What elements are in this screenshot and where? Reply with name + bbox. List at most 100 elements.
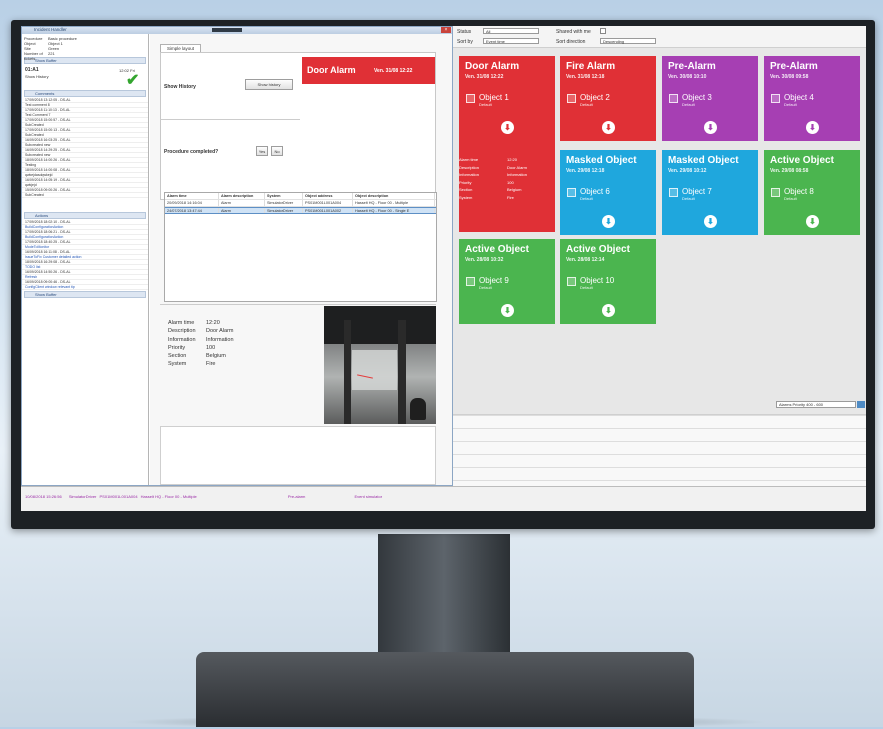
tile-subtitle: Default: [580, 196, 593, 201]
arrow-down-icon[interactable]: ⬇: [806, 215, 819, 228]
tile-title: Door Alarm: [465, 61, 520, 72]
arrow-down-icon[interactable]: ⬇: [704, 121, 717, 134]
alarm-tile[interactable]: Pre-Alarm Ven. 30/08 10:10 Object 3 Default…: [662, 56, 758, 141]
tile-expanded-details: Alarm time 12:20 Description Door Alarm Info…: [459, 156, 549, 202]
tile-title: Active Object: [770, 155, 834, 166]
step-code: 01:A1: [25, 67, 39, 73]
tile-object: Object 2: [580, 93, 610, 102]
tile-subtitle: Default: [682, 102, 695, 107]
arrow-down-icon[interactable]: ⬇: [501, 304, 514, 317]
tile-subtitle: Default: [784, 102, 797, 107]
status-label: Status: [457, 29, 472, 35]
arrow-down-icon[interactable]: ⬇: [602, 121, 615, 134]
alarm-tile[interactable]: Door Alarm Ven. 31/08 12:22 Object 1 Defaul…: [459, 56, 555, 232]
arrow-down-icon[interactable]: ⬇: [501, 121, 514, 134]
alarm-header-banner: Door Alarm Ven. 31/08 12:22: [302, 57, 435, 84]
expanded-key: Alarm time: [459, 157, 479, 162]
alarm-details: Alarm time 12:20 Description Door Alarm Info…: [168, 319, 234, 369]
close-icon[interactable]: ×: [441, 27, 451, 33]
tile-date: Ven. 29/08 10:12: [668, 168, 707, 174]
alarm-tile[interactable]: Fire Alarm Ven. 31/08 12:18 Object 2 Defaul…: [560, 56, 656, 141]
alarm-history-table: Alarm time Alarm description System Object …: [164, 192, 437, 302]
shared-with-me-checkbox[interactable]: [600, 28, 606, 34]
show-buffer-button-bottom[interactable]: Show Buffer: [24, 291, 146, 298]
event-system: SimulatorDriver: [68, 494, 97, 499]
tile-object: Object 10: [580, 276, 615, 285]
table-header-row: Alarm time Alarm description System Object …: [165, 193, 436, 200]
info-key: Number of tickets: [24, 51, 43, 61]
window-drag-handle[interactable]: [212, 28, 242, 32]
arrow-down-icon[interactable]: ⬇: [704, 215, 717, 228]
status-select[interactable]: All: [483, 28, 539, 34]
detail-key: Description: [168, 328, 196, 335]
table-cell: 24/07/2018 13:47:44: [165, 208, 219, 213]
show-buffer-button[interactable]: Show Buffer: [24, 57, 146, 64]
table-cell: Hasselt HQ - Floor 00 - Single E: [353, 208, 435, 213]
sort-by-select[interactable]: Event time: [483, 38, 539, 44]
monitor-stand-base: [196, 652, 694, 727]
monitor-stand-neck: [378, 534, 510, 656]
priority-apply-button[interactable]: [857, 401, 865, 408]
alarm-tile[interactable]: Active Object Ven. 29/08 08:58 Object 8 Def…: [764, 150, 860, 235]
comment-list: 17/09/2018 13:12:05 - DS-AL Test comment …: [22, 98, 148, 198]
arrow-down-icon[interactable]: ⬇: [602, 304, 615, 317]
alarm-tile[interactable]: Masked Object Ven. 29/08 10:12 Object 7 Def…: [662, 150, 758, 235]
table-body: 20/09/2018 14:16:04 Alarm SimulatorDriver P…: [165, 200, 436, 214]
column-header[interactable]: System: [265, 193, 303, 199]
event-source: Event simulator: [354, 494, 383, 499]
event-bar: 10/08/2018 15:26:56 SimulatorDriver PS01…: [21, 486, 866, 511]
info-value: 221: [48, 51, 55, 56]
step-label: Show History: [25, 74, 49, 79]
alarm-tile[interactable]: Masked Object Ven. 29/08 12:18 Object 6 Def…: [560, 150, 656, 235]
column-header[interactable]: Alarm time: [165, 193, 219, 199]
camera-image[interactable]: [324, 306, 436, 424]
tile-date: Ven. 28/08 12:14: [566, 257, 605, 263]
yes-button[interactable]: Yes: [256, 146, 268, 156]
object-icon: [669, 94, 678, 103]
show-history-button[interactable]: Show history: [245, 79, 293, 90]
detail-key: System: [168, 361, 187, 368]
table-row[interactable]: 20/09/2018 14:16:04 Alarm SimulatorDriver P…: [165, 200, 436, 207]
arrow-down-icon[interactable]: ⬇: [806, 121, 819, 134]
column-header[interactable]: Object description: [353, 193, 435, 199]
tile-date: Ven. 29/08 12:18: [566, 168, 605, 174]
action-line[interactable]: ConfigClient window relevant tip: [22, 285, 148, 290]
column-header[interactable]: Alarm description: [219, 193, 265, 199]
tile-date: Ven. 31/08 12:22: [465, 74, 504, 80]
notes-area[interactable]: [160, 426, 436, 485]
sort-direction-select[interactable]: Descending: [600, 38, 656, 44]
no-button[interactable]: No: [271, 146, 283, 156]
tab-simple-layout[interactable]: Simple layout: [160, 44, 202, 52]
alarm-overview-panel: Status All Sort by Event time Shared wit…: [453, 26, 866, 511]
incident-window: Incident Handler × Procedure Basic proced…: [21, 26, 453, 486]
tile-title: Pre-Alarm: [668, 61, 716, 72]
detail-row: Description Door Alarm: [168, 327, 234, 335]
column-header[interactable]: Object address: [303, 193, 353, 199]
priority-filter-select[interactable]: Alarms Priority 400 - 600: [776, 401, 856, 408]
detail-row: Priority 100: [168, 344, 234, 352]
tile-subtitle: Default: [784, 196, 797, 201]
arrow-down-icon[interactable]: ⬇: [602, 215, 615, 228]
detail-key: Alarm time: [168, 320, 195, 326]
camera-outside-view: [352, 350, 397, 390]
alarm-tile[interactable]: Active Object Ven. 28/08 10:32 Object 9 Def…: [459, 239, 555, 324]
tile-title: Active Object: [465, 244, 529, 255]
divider: [160, 119, 300, 120]
shared-with-me-label: Shared with me: [556, 29, 591, 35]
tile-object: Object 7: [682, 187, 712, 196]
tile-object: Object 1: [479, 93, 509, 102]
tile-date: Ven. 29/08 08:58: [770, 168, 809, 174]
expanded-key: Priority: [459, 179, 472, 185]
alarm-tile[interactable]: Pre-Alarm Ven. 30/08 09:58 Object 4 Default…: [764, 56, 860, 141]
detail-row: Section Belgium: [168, 352, 234, 360]
table-row[interactable]: 24/07/2018 13:47:44 Alarm SimulatorDriver P…: [165, 207, 436, 214]
expanded-row: Information Information: [459, 171, 549, 179]
expanded-row: Alarm time 12:20: [459, 156, 549, 164]
alarm-tile[interactable]: Active Object Ven. 28/08 12:14 Object 10 De…: [560, 239, 656, 324]
event-list-grid: [453, 414, 866, 486]
tile-object: Object 8: [784, 187, 814, 196]
tile-object: Object 3: [682, 93, 712, 102]
event-row[interactable]: 10/08/2018 15:26:56 SimulatorDriver PS01…: [25, 494, 382, 499]
detail-value: Information: [206, 336, 234, 343]
tile-title: Fire Alarm: [566, 61, 616, 72]
